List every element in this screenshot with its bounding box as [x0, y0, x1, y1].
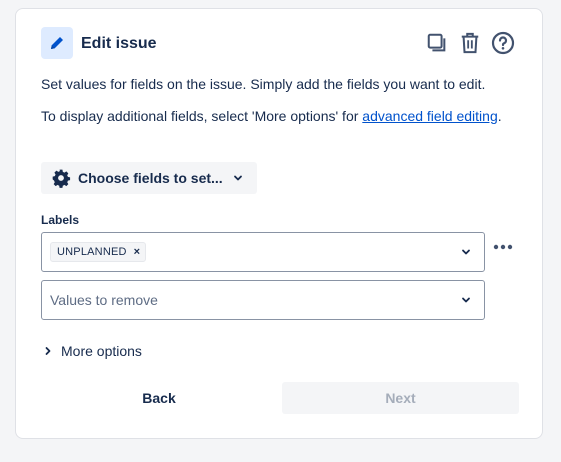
- chevron-down-icon[interactable]: [460, 246, 472, 258]
- hint-prefix: To display additional fields, select 'Mo…: [41, 108, 363, 124]
- choose-fields-button[interactable]: Choose fields to set...: [41, 162, 257, 194]
- choose-fields-label: Choose fields to set...: [78, 170, 223, 186]
- more-options-label: More options: [61, 343, 142, 359]
- values-to-remove-select[interactable]: Values to remove: [41, 280, 485, 320]
- help-icon[interactable]: [490, 30, 516, 56]
- advanced-field-editing-link[interactable]: advanced field editing: [362, 108, 497, 124]
- pencil-icon: [41, 27, 73, 59]
- values-to-remove-placeholder: Values to remove: [50, 292, 158, 308]
- more-options-toggle[interactable]: More options: [43, 343, 142, 359]
- panel-title: Edit issue: [81, 35, 157, 52]
- chevron-down-icon[interactable]: [460, 294, 472, 306]
- chevron-right-icon: [43, 346, 53, 356]
- back-button[interactable]: Back: [106, 382, 212, 414]
- edit-issue-panel: Edit issue Set values for fields on the …: [15, 8, 543, 439]
- tag-text: UNPLANNED: [57, 246, 127, 258]
- remove-tag-icon[interactable]: ×: [134, 246, 141, 258]
- chevron-down-icon: [232, 172, 244, 184]
- gear-icon: [51, 168, 71, 188]
- trash-icon[interactable]: [457, 30, 483, 56]
- labels-field-label: Labels: [41, 213, 80, 227]
- more-actions-icon[interactable]: [491, 239, 515, 255]
- label-tag-unplanned: UNPLANNED ×: [50, 242, 147, 262]
- duplicate-icon[interactable]: [424, 30, 450, 56]
- advanced-editing-hint: To display additional fields, select 'Mo…: [41, 106, 511, 126]
- next-button[interactable]: Next: [282, 382, 519, 414]
- description-text: Set values for fields on the issue. Simp…: [41, 76, 486, 92]
- hint-suffix: .: [497, 108, 502, 124]
- labels-select[interactable]: UNPLANNED ×: [41, 232, 485, 272]
